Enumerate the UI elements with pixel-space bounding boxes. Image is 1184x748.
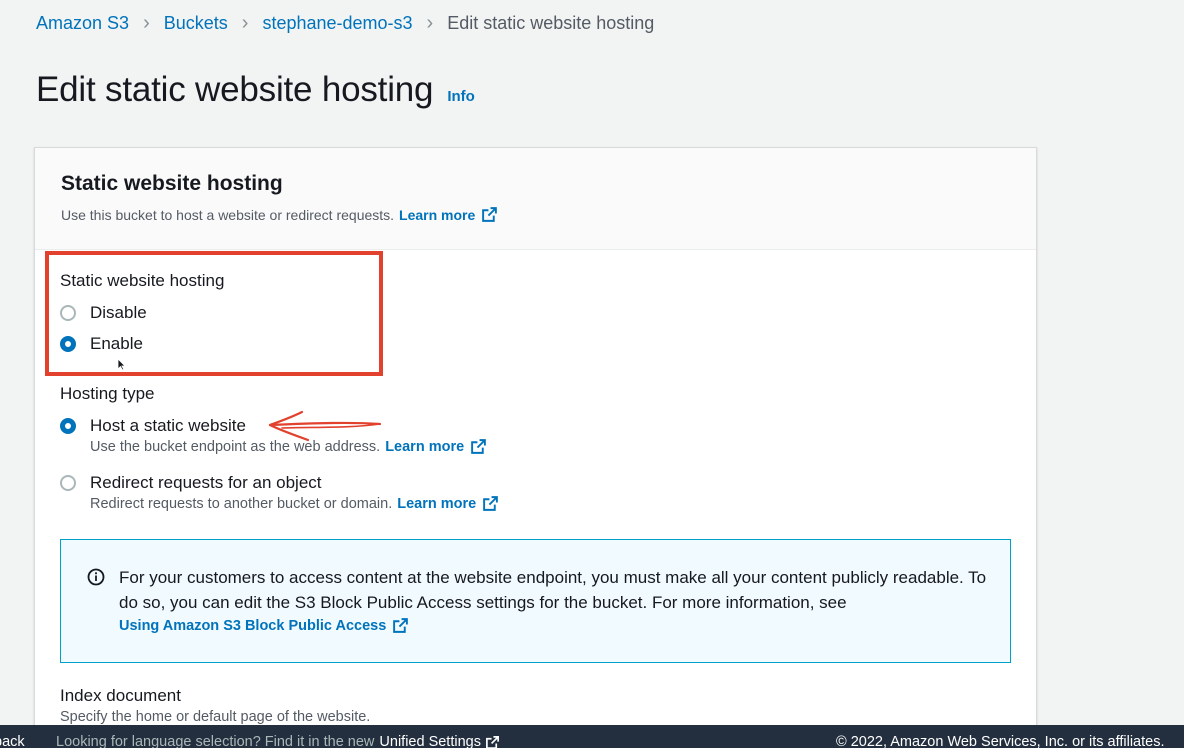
alert-link-row: Using Amazon S3 Block Public Access xyxy=(119,617,990,634)
radio-redirect-label[interactable]: Redirect requests for an object xyxy=(90,473,322,493)
external-link-icon[interactable] xyxy=(482,495,499,512)
breadcrumb-amazon-s3[interactable]: Amazon S3 xyxy=(36,13,129,34)
radio-redirect[interactable]: Redirect requests for an object xyxy=(60,473,322,493)
breadcrumb-buckets[interactable]: Buckets xyxy=(164,13,228,34)
panel-learn-more-link[interactable]: Learn more xyxy=(399,207,475,223)
external-link-icon[interactable] xyxy=(392,617,409,634)
copyright-text: © 2022, Amazon Web Services, Inc. or its… xyxy=(836,734,1165,748)
external-link-icon[interactable] xyxy=(481,206,498,223)
info-link[interactable]: Info xyxy=(447,88,475,105)
radio-redirect-button[interactable] xyxy=(60,475,76,491)
mouse-cursor-icon xyxy=(117,358,126,371)
radio-enable-label[interactable]: Enable xyxy=(90,334,143,354)
page-header: Edit static website hosting Info xyxy=(36,70,475,110)
index-document-description: Specify the home or default page of the … xyxy=(60,709,371,725)
radio-disable-label[interactable]: Disable xyxy=(90,303,147,323)
language-prompt-text: Looking for language selection? Find it … xyxy=(56,734,375,748)
language-prompt: Looking for language selection? Find it … xyxy=(56,734,500,748)
hosting-type-label: Hosting type xyxy=(60,384,155,403)
footer: back Looking for language selection? Fin… xyxy=(0,725,1184,748)
panel-header: Static website hosting Use this bucket t… xyxy=(35,148,1036,250)
external-link-icon[interactable] xyxy=(470,438,487,455)
panel-title: Static website hosting xyxy=(61,172,283,195)
redirect-learn-more-link[interactable]: Learn more xyxy=(397,496,476,512)
radio-host-static-button[interactable] xyxy=(60,418,76,434)
radio-disable-button[interactable] xyxy=(60,305,76,321)
chevron-right-icon: › xyxy=(426,12,434,34)
panel-description-text: Use this bucket to host a website or red… xyxy=(61,206,395,223)
breadcrumb-bucket-name[interactable]: stephane-demo-s3 xyxy=(262,13,412,34)
redirect-description: Redirect requests to another bucket or d… xyxy=(90,495,499,512)
radio-host-static[interactable]: Host a static website xyxy=(60,416,246,436)
alert-text: For your customers to access content at … xyxy=(119,568,987,612)
hosting-toggle-label: Static website hosting xyxy=(60,271,225,290)
panel-description: Use this bucket to host a website or red… xyxy=(61,206,1010,223)
radio-host-static-label[interactable]: Host a static website xyxy=(90,416,246,436)
host-static-description-text: Use the bucket endpoint as the web addre… xyxy=(90,438,381,455)
unified-settings-link[interactable]: Unified Settings xyxy=(379,734,481,748)
external-link-icon[interactable] xyxy=(485,735,500,748)
page-title: Edit static website hosting xyxy=(36,70,434,109)
info-icon xyxy=(87,568,105,586)
breadcrumb-current: Edit static website hosting xyxy=(447,12,655,33)
redirect-description-text: Redirect requests to another bucket or d… xyxy=(90,495,393,512)
radio-disable[interactable]: Disable xyxy=(60,303,147,323)
host-static-learn-more-link[interactable]: Learn more xyxy=(385,439,464,455)
chevron-right-icon: › xyxy=(143,12,150,34)
public-access-alert: For your customers to access content at … xyxy=(60,539,1011,663)
chevron-right-icon: › xyxy=(241,12,249,34)
index-document-label: Index document xyxy=(60,686,181,705)
host-static-description: Use the bucket endpoint as the web addre… xyxy=(90,438,487,455)
breadcrumb: Amazon S3 › Buckets › stephane-demo-s3 ›… xyxy=(36,10,654,36)
block-public-access-link[interactable]: Using Amazon S3 Block Public Access xyxy=(119,618,386,634)
feedback-link[interactable]: back xyxy=(0,734,25,748)
radio-enable[interactable]: Enable xyxy=(60,334,143,354)
radio-enable-button[interactable] xyxy=(60,336,76,352)
